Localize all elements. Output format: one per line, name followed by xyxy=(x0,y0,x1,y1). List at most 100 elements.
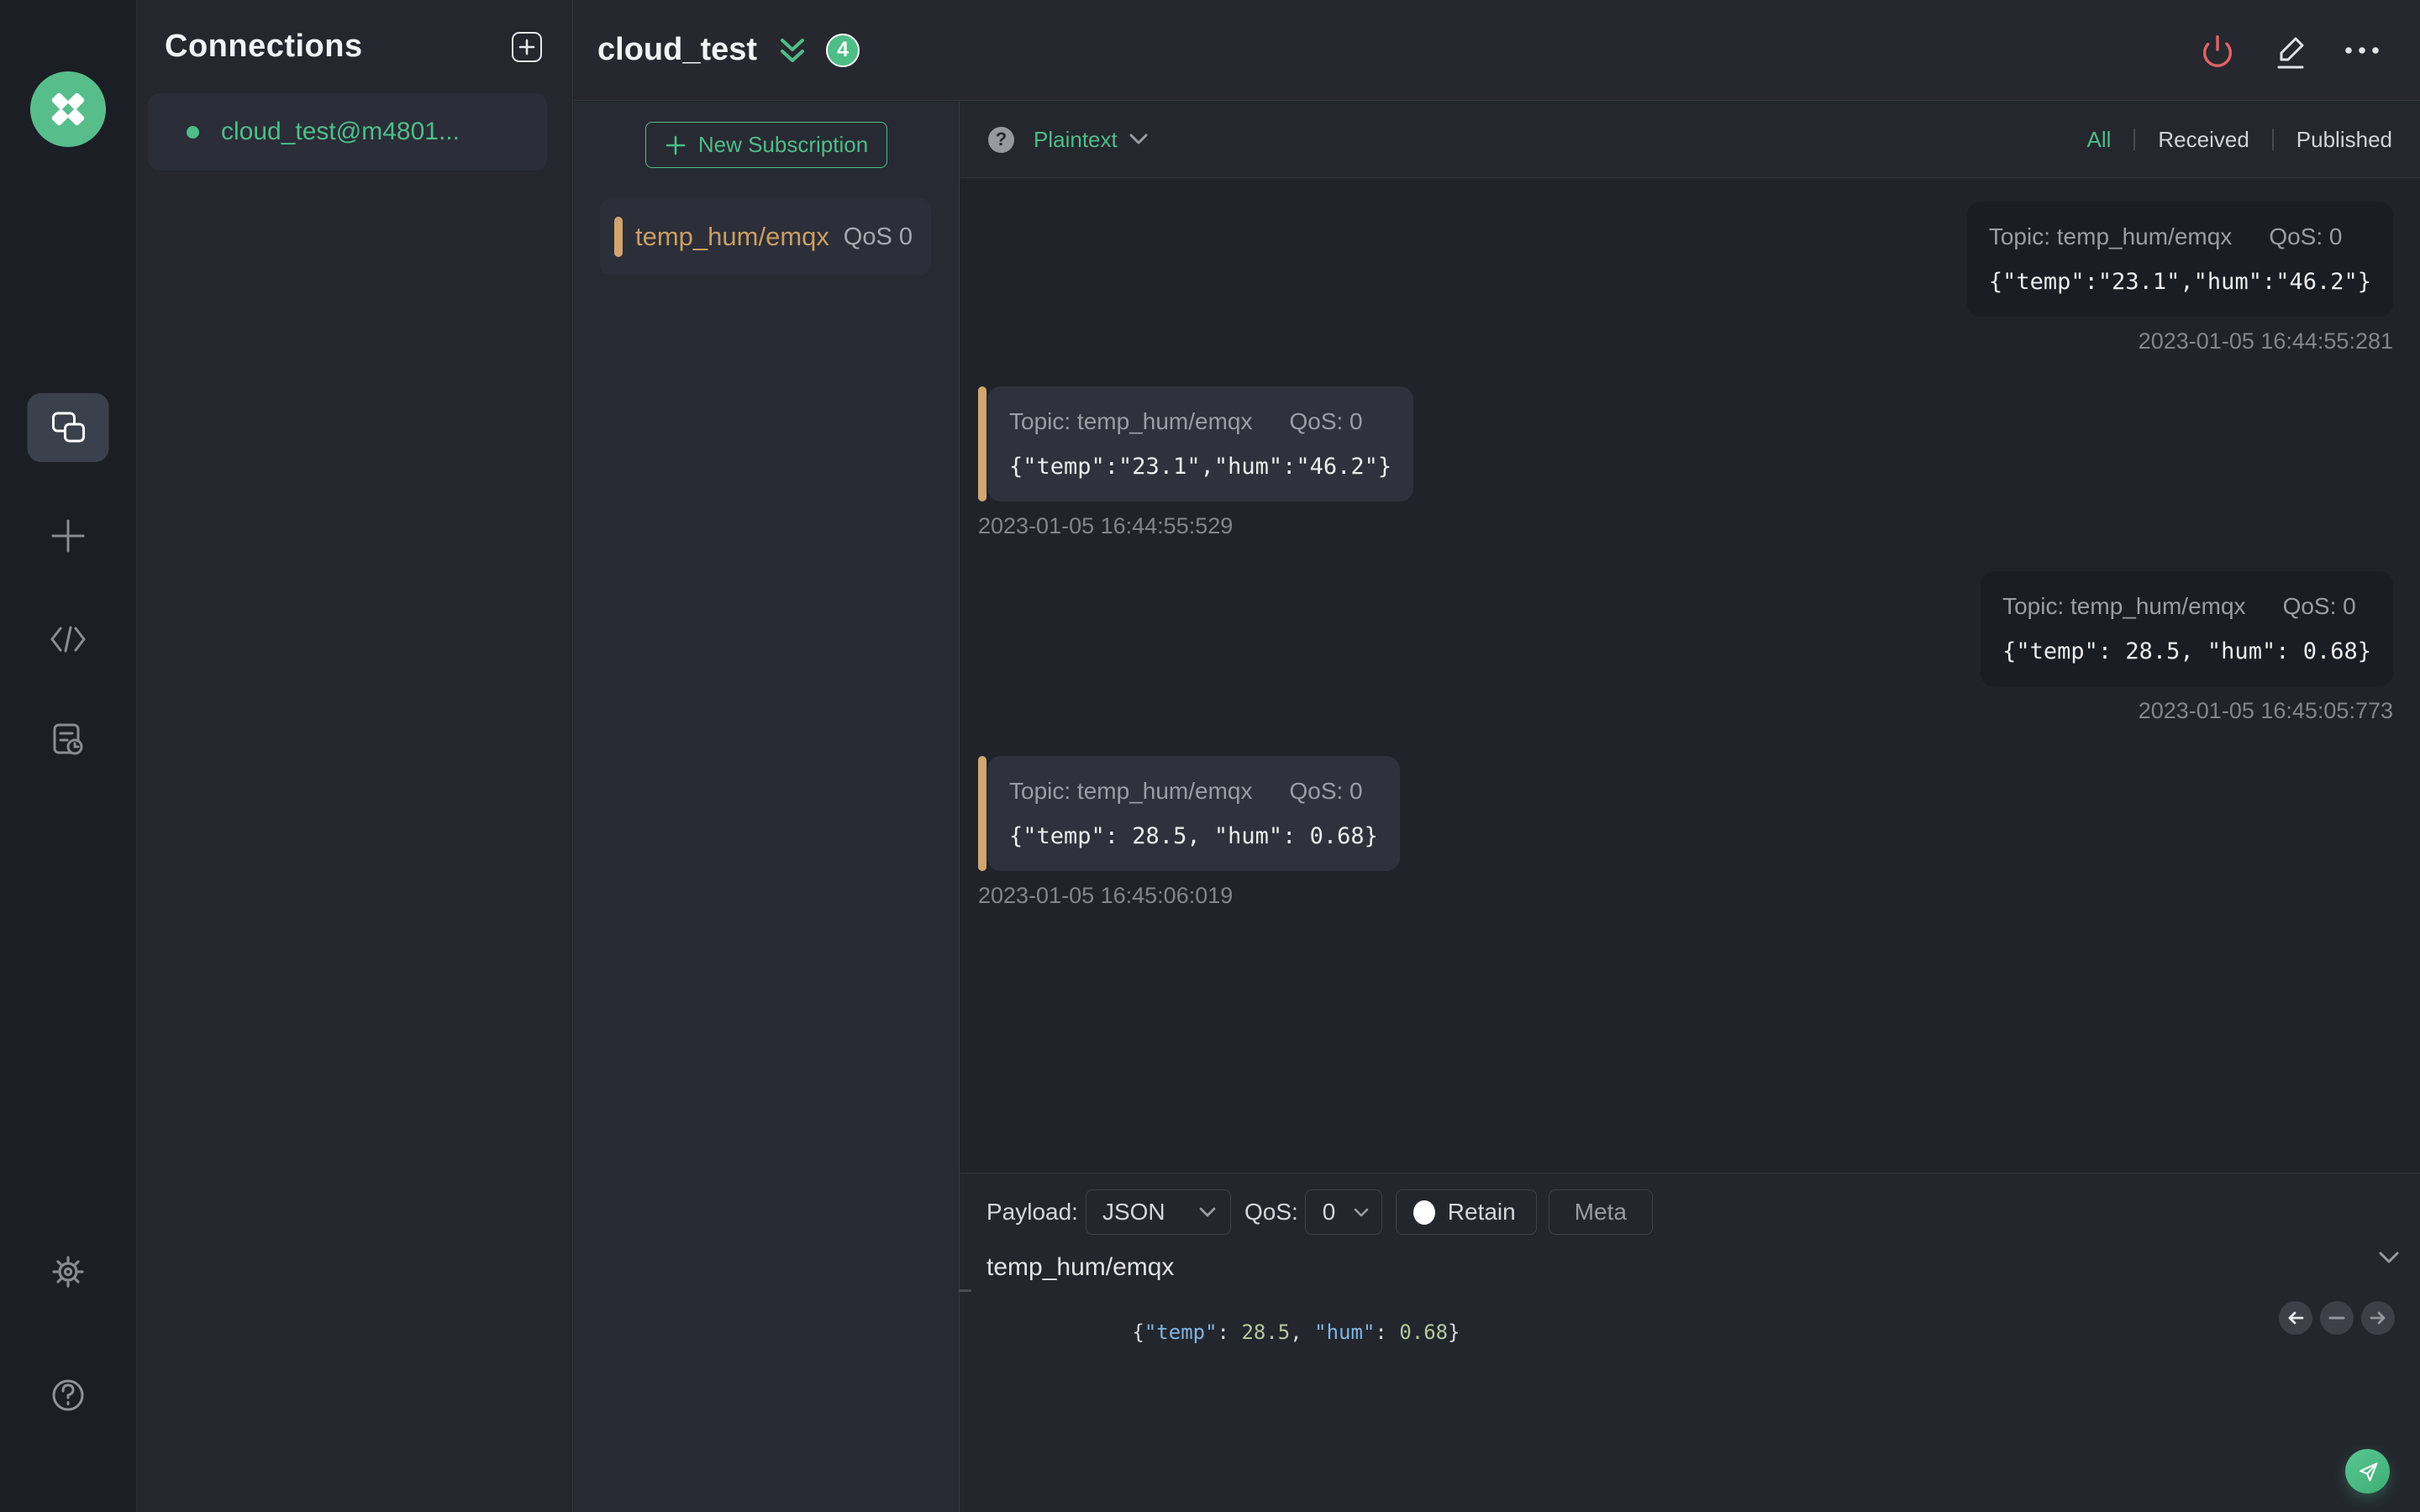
nav-rail xyxy=(0,0,137,1512)
publish-payload-editor[interactable]: {"temp": 28.5, "hum": 0.68} xyxy=(986,1297,2420,1368)
sidebar-item-log[interactable] xyxy=(49,721,87,759)
qos-label: QoS: xyxy=(1244,1199,1298,1225)
add-connection-button[interactable] xyxy=(512,31,542,62)
gear-icon xyxy=(52,1256,84,1288)
connection-title: cloud_test xyxy=(597,32,758,67)
mqttx-app-window: Connections cloud_test@m4801... cloud_te… xyxy=(0,0,2420,1512)
retain-checkbox-dot xyxy=(1413,1200,1435,1225)
filter-divider xyxy=(2271,129,2274,150)
payload-token: 28.5 xyxy=(1241,1320,1291,1344)
connections-title: Connections xyxy=(165,29,363,64)
edit-connection-button[interactable] xyxy=(2269,29,2311,71)
header-actions xyxy=(2196,29,2383,71)
message-payload: {"temp": 28.5, "hum": 0.68} xyxy=(2002,638,2371,664)
help-button[interactable] xyxy=(49,1376,87,1415)
message-published: Topic: temp_hum/emqx QoS: 0 {"temp":"23.… xyxy=(978,202,2393,354)
message-filters: All Received Published xyxy=(2086,127,2392,153)
plus-icon xyxy=(518,39,535,55)
messages-header: ? Plaintext All Received Published xyxy=(960,102,2420,178)
connections-header: Connections xyxy=(137,0,572,65)
sidebar-item-new-connection[interactable] xyxy=(49,517,87,555)
payload-type-value: JSON xyxy=(1102,1199,1165,1225)
message-meta: Topic: temp_hum/emqx QoS: 0 xyxy=(1009,778,1378,805)
message-topic: Topic: temp_hum/emqx xyxy=(2002,593,2246,619)
payload-format-value: Plaintext xyxy=(1034,126,1118,152)
subscription-topic: temp_hum/emqx xyxy=(635,222,829,251)
message-timestamp: 2023-01-05 16:45:06:019 xyxy=(978,883,1234,908)
qos-value: 0 xyxy=(1322,1199,1336,1225)
payload-type-dropdown[interactable]: JSON xyxy=(1085,1189,1231,1235)
sidebar-item-connections[interactable] xyxy=(27,393,109,462)
minus-icon xyxy=(2328,1316,2345,1320)
editor-gutter-mark xyxy=(960,1289,971,1292)
messages-column: ? Plaintext All Received Published Topic… xyxy=(960,102,2420,1512)
subscription-count-badge: 4 xyxy=(826,33,860,67)
history-clear-button[interactable] xyxy=(2320,1301,2354,1335)
payload-token: "hum" xyxy=(1314,1320,1376,1344)
disconnect-power-button[interactable] xyxy=(2196,29,2238,71)
message-timestamp: 2023-01-05 16:44:55:281 xyxy=(2138,328,2393,354)
filter-received[interactable]: Received xyxy=(2158,127,2249,153)
arrow-left-icon xyxy=(2288,1311,2304,1325)
code-icon xyxy=(50,626,86,653)
chevron-down-icon xyxy=(1129,134,1148,144)
message-payload: {"temp": 28.5, "hum": 0.68} xyxy=(1009,823,1378,849)
message-topic: Topic: temp_hum/emqx xyxy=(1009,778,1253,804)
collapse-connection-icon[interactable] xyxy=(778,35,807,66)
connection-header-bar: cloud_test 4 xyxy=(574,0,2420,101)
connections-panel: Connections cloud_test@m4801... xyxy=(137,0,573,1512)
chevron-down-icon xyxy=(1199,1207,1216,1217)
collapse-publish-icon[interactable] xyxy=(2378,1251,2400,1268)
new-subscription-button[interactable]: New Subscription xyxy=(645,122,887,168)
payload-token: } xyxy=(1448,1320,1460,1344)
message-payload: {"temp":"23.1","hum":"46.2"} xyxy=(1009,454,1392,480)
send-button[interactable] xyxy=(2345,1449,2390,1494)
mqttx-logo-icon xyxy=(51,92,85,126)
message-published: Topic: temp_hum/emqx QoS: 0 {"temp": 28.… xyxy=(978,571,2393,724)
message-qos: QoS: 0 xyxy=(2269,223,2343,249)
message-timestamp: 2023-01-05 16:44:55:529 xyxy=(978,513,1234,538)
message-topic: Topic: temp_hum/emqx xyxy=(1988,223,2233,249)
filter-all[interactable]: All xyxy=(2086,127,2111,153)
retain-checkbox[interactable]: Retain xyxy=(1395,1189,1537,1235)
payload-token: : xyxy=(1375,1320,1400,1344)
connections-icon xyxy=(51,412,85,443)
plus-icon xyxy=(51,519,85,553)
publish-panel: Payload: JSON QoS: 0 Retain Meta temp_hu… xyxy=(960,1173,2420,1512)
subscriptions-column: New Subscription temp_hum/emqx QoS 0 xyxy=(574,102,960,1512)
publish-toolbar: Payload: JSON QoS: 0 Retain Meta xyxy=(986,1189,2420,1235)
meta-button[interactable]: Meta xyxy=(1548,1189,1653,1235)
connection-name: cloud_test@m4801... xyxy=(221,118,460,145)
message-qos: QoS: 0 xyxy=(1289,408,1363,434)
message-payload: {"temp":"23.1","hum":"46.2"} xyxy=(1988,269,2371,295)
send-plane-icon xyxy=(2359,1462,2377,1481)
more-options-button[interactable] xyxy=(2341,29,2383,71)
message-color-bar xyxy=(978,756,986,871)
history-prev-button[interactable] xyxy=(2279,1301,2312,1335)
filter-published[interactable]: Published xyxy=(2296,127,2392,153)
payload-token: 0.68 xyxy=(1399,1320,1449,1344)
subscription-item[interactable]: temp_hum/emqx QoS 0 xyxy=(600,198,931,276)
plus-icon xyxy=(666,135,686,155)
chevron-down-icon xyxy=(1354,1208,1369,1216)
message-bubble: Topic: temp_hum/emqx QoS: 0 {"temp":"23.… xyxy=(987,386,1414,501)
qos-dropdown[interactable]: 0 xyxy=(1304,1189,1382,1235)
message-list: Topic: temp_hum/emqx QoS: 0 {"temp":"23.… xyxy=(960,178,2420,1173)
connection-list-item[interactable]: cloud_test@m4801... xyxy=(148,93,547,171)
message-bubble: Topic: temp_hum/emqx QoS: 0 {"temp":"23.… xyxy=(1966,202,2393,317)
payload-format-dropdown[interactable]: Plaintext xyxy=(1034,127,1149,153)
log-icon xyxy=(53,723,83,755)
settings-gear-icon[interactable] xyxy=(49,1252,87,1291)
message-timestamp: 2023-01-05 16:45:05:773 xyxy=(2138,698,2393,723)
message-qos: QoS: 0 xyxy=(2282,593,2356,619)
connection-status-dot xyxy=(187,125,199,139)
payload-token: , xyxy=(1290,1320,1315,1344)
sidebar-item-script[interactable] xyxy=(49,620,87,659)
main-body: New Subscription temp_hum/emqx QoS 0 ? P… xyxy=(574,102,2420,1512)
payload-token: "temp" xyxy=(1144,1320,1218,1344)
payload-format-help-icon[interactable]: ? xyxy=(988,126,1014,153)
payload-label: Payload: xyxy=(986,1199,1078,1225)
history-next-button[interactable] xyxy=(2361,1301,2395,1335)
main-area: cloud_test 4 New Subscription temp_hum/e… xyxy=(574,0,2420,1512)
publish-topic-input[interactable]: temp_hum/emqx xyxy=(986,1253,2420,1282)
